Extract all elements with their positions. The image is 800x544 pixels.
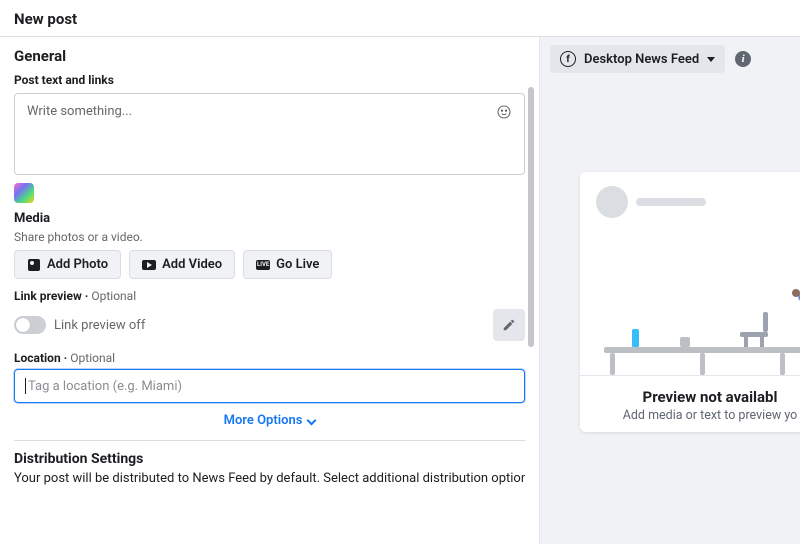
empty-state-illustration: [580, 226, 800, 376]
preview-empty-title: Preview not availabl: [590, 388, 800, 406]
scrollbar[interactable]: [528, 87, 534, 347]
add-photo-button[interactable]: Add Photo: [14, 250, 121, 279]
general-section-title: General: [14, 47, 525, 65]
post-text-input[interactable]: Write something...: [14, 93, 525, 175]
background-color-icon[interactable]: [14, 183, 34, 203]
location-input[interactable]: Tag a location (e.g. Miami): [14, 369, 525, 403]
page-header: New post: [0, 0, 800, 37]
pencil-icon: [502, 318, 516, 332]
add-video-label: Add Video: [162, 257, 222, 272]
add-photo-label: Add Photo: [47, 257, 108, 272]
distribution-description: Your post will be distributed to News Fe…: [14, 471, 525, 486]
section-divider: [14, 440, 525, 441]
media-subtitle: Share photos or a video.: [14, 230, 525, 244]
go-live-label: Go Live: [276, 257, 319, 272]
text-caret: [25, 378, 26, 394]
location-placeholder: Tag a location (e.g. Miami): [28, 379, 182, 394]
photo-icon: [28, 259, 40, 271]
distribution-section-title: Distribution Settings: [14, 451, 525, 467]
compose-pane: General Post text and links Write someth…: [0, 37, 540, 544]
more-options-link[interactable]: More Options: [224, 413, 316, 428]
chevron-down-icon: [307, 416, 317, 426]
feed-selector[interactable]: f Desktop News Feed: [550, 45, 725, 73]
page-title: New post: [14, 10, 786, 28]
live-icon: LIVE: [256, 260, 270, 270]
link-preview-status: Link preview off: [54, 318, 145, 333]
emoji-icon[interactable]: [496, 104, 512, 120]
caret-down-icon: [707, 57, 715, 62]
preview-empty-subtitle: Add media or text to preview yo: [590, 408, 800, 423]
more-options-label: More Options: [224, 413, 303, 428]
video-icon: [142, 260, 156, 270]
feed-selector-label: Desktop News Feed: [584, 52, 699, 67]
edit-link-preview-button[interactable]: [493, 309, 525, 341]
name-placeholder: [636, 198, 706, 206]
go-live-button[interactable]: LIVE Go Live: [243, 250, 332, 279]
add-video-button[interactable]: Add Video: [129, 250, 235, 279]
link-preview-label: Link preview · Optional: [14, 289, 525, 303]
facebook-icon: f: [560, 51, 576, 67]
link-preview-toggle[interactable]: [14, 316, 46, 334]
info-icon[interactable]: i: [735, 51, 751, 67]
preview-card: Preview not availabl Add media or text t…: [580, 172, 800, 432]
post-text-label: Post text and links: [14, 73, 525, 87]
avatar-placeholder: [596, 186, 628, 218]
location-label: Location · Optional: [14, 351, 525, 365]
preview-pane: f Desktop News Feed i: [540, 37, 800, 544]
post-text-placeholder: Write something...: [27, 104, 132, 119]
media-section-title: Media: [14, 211, 525, 226]
